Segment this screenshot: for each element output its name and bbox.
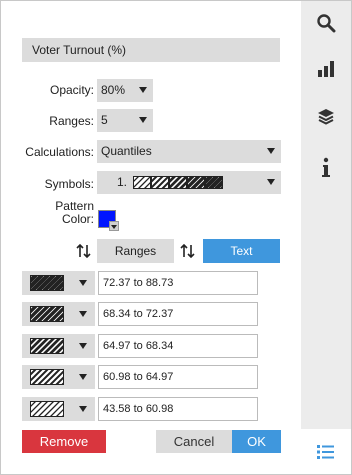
hatch-pattern-icon: [30, 369, 64, 385]
chevron-down-icon: [79, 280, 87, 286]
opacity-label: Opacity:: [49, 83, 94, 97]
range-symbol-select[interactable]: [22, 365, 95, 389]
pattern-color-label: Pattern Color:: [21, 200, 94, 226]
ranges-select[interactable]: 5: [97, 109, 153, 132]
search-button[interactable]: [301, 1, 351, 45]
legend-button[interactable]: [301, 429, 351, 474]
symbols-value: 1.: [117, 175, 128, 189]
layers-icon: [318, 109, 334, 125]
hatch-pattern-strip-icon: [133, 176, 223, 189]
range-text-input[interactable]: 64.97 to 68.34: [98, 334, 258, 358]
layers-button[interactable]: [301, 95, 351, 139]
calculations-value: Quantiles: [101, 144, 152, 158]
range-symbol-select[interactable]: [22, 302, 95, 326]
chevron-down-icon: [79, 311, 87, 317]
sort-icon[interactable]: [76, 243, 92, 259]
range-symbol-select[interactable]: [22, 334, 95, 358]
info-icon: [322, 157, 330, 177]
hatch-pattern-icon: [30, 275, 64, 291]
ranges-label: Ranges:: [49, 114, 94, 128]
chevron-down-icon: [79, 406, 87, 412]
hatch-pattern-icon: [30, 306, 64, 322]
style-editor-panel: Voter Turnout (%) Opacity: 80% Ranges: 5…: [1, 1, 301, 474]
chevron-down-icon: [139, 117, 147, 123]
ok-button[interactable]: OK: [232, 430, 281, 453]
tab-text[interactable]: Text: [203, 239, 280, 263]
range-symbol-select[interactable]: [22, 397, 95, 421]
hatch-pattern-icon: [30, 338, 64, 354]
color-dropdown-icon: [109, 221, 119, 231]
chevron-down-icon: [79, 374, 87, 380]
range-symbol-select[interactable]: [22, 271, 95, 295]
tab-ranges[interactable]: Ranges: [97, 239, 174, 263]
sort-icon[interactable]: [180, 243, 196, 259]
symbols-select[interactable]: 1.: [97, 171, 281, 194]
calculations-select[interactable]: Quantiles: [97, 140, 281, 163]
hatch-pattern-icon: [30, 401, 64, 417]
chart-button[interactable]: [301, 47, 351, 91]
symbols-label: Symbols:: [44, 177, 94, 191]
opacity-select[interactable]: 80%: [97, 79, 153, 102]
legend-list-icon: [317, 444, 334, 459]
pattern-color-picker[interactable]: [98, 210, 119, 231]
range-text-input[interactable]: 43.58 to 60.98: [98, 397, 258, 421]
range-text-input[interactable]: 68.34 to 72.37: [98, 302, 258, 326]
layer-title: Voter Turnout (%): [22, 38, 280, 62]
chevron-down-icon: [267, 148, 275, 154]
range-text-input[interactable]: 72.37 to 88.73: [98, 271, 258, 295]
tool-sidebar: [301, 1, 351, 474]
pattern-color-label-line2: Color:: [61, 212, 94, 226]
info-button[interactable]: [301, 146, 351, 190]
chevron-down-icon: [267, 179, 275, 185]
remove-button[interactable]: Remove: [22, 430, 106, 453]
search-icon: [317, 14, 336, 33]
chevron-down-icon: [139, 87, 147, 93]
chevron-down-icon: [79, 343, 87, 349]
bar-chart-icon: [318, 61, 334, 77]
ranges-value: 5: [101, 113, 108, 127]
calculations-label: Calculations:: [25, 145, 94, 159]
opacity-value: 80%: [101, 83, 126, 97]
cancel-button[interactable]: Cancel: [156, 430, 232, 453]
range-text-input[interactable]: 60.98 to 64.97: [98, 365, 258, 389]
